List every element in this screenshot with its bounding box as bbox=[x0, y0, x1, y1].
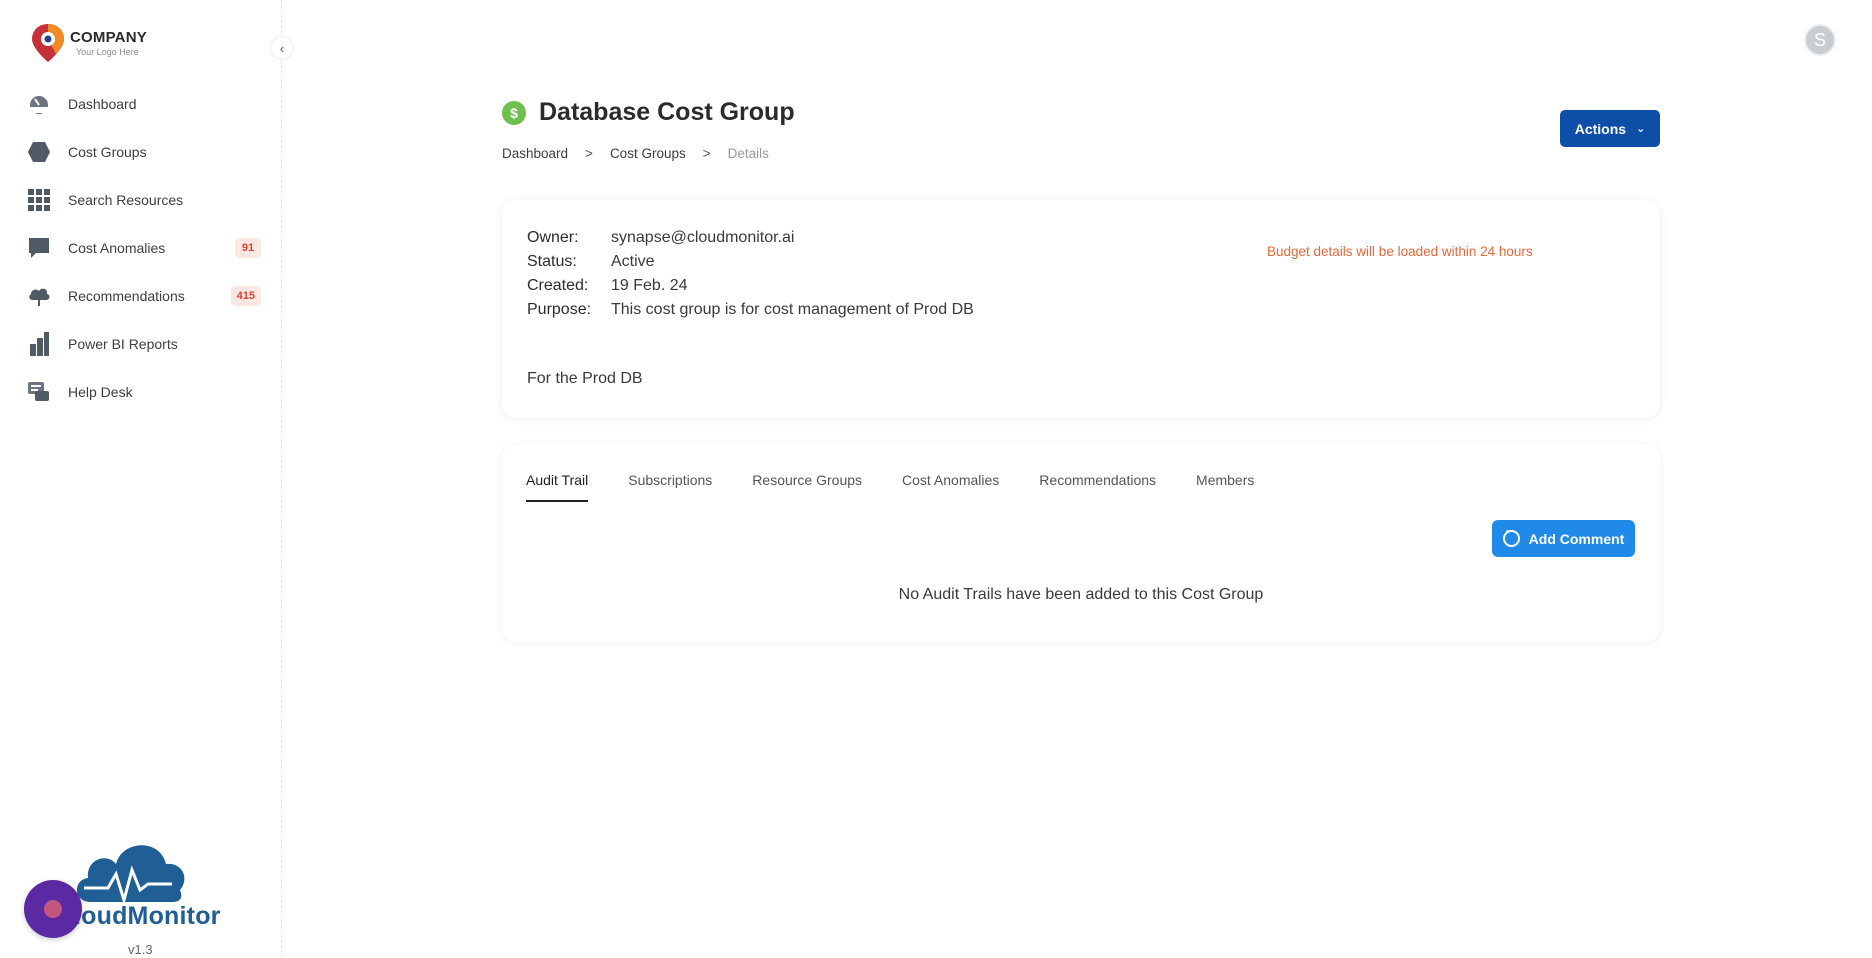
sidebar-item-cost-groups[interactable]: Cost Groups bbox=[26, 128, 261, 176]
hexagon-icon bbox=[26, 139, 52, 165]
purpose-row: Purpose: This cost group is for cost man… bbox=[527, 298, 974, 322]
sidebar-item-label: Dashboard bbox=[68, 96, 137, 112]
breadcrumb-dashboard[interactable]: Dashboard bbox=[502, 146, 568, 161]
sidebar-item-label: Search Resources bbox=[68, 192, 184, 208]
page-header: $ Database Cost Group bbox=[502, 98, 795, 127]
avatar-initial: S bbox=[1813, 29, 1826, 50]
company-tagline: Your Logo Here bbox=[76, 47, 139, 57]
add-comment-button[interactable]: Add Comment bbox=[1492, 520, 1635, 557]
actions-dropdown-button[interactable]: Actions ⌄ bbox=[1560, 110, 1660, 147]
tab-resource-groups[interactable]: Resource Groups bbox=[752, 472, 862, 502]
app-version: v1.3 bbox=[128, 942, 153, 957]
user-avatar[interactable]: S bbox=[1804, 24, 1836, 56]
sidebar-nav: Dashboard Cost Groups Search Resources C… bbox=[26, 80, 261, 416]
grid-icon bbox=[26, 187, 52, 213]
created-label: Created: bbox=[527, 277, 589, 294]
sidebar-item-label: Cost Groups bbox=[68, 144, 147, 160]
tab-audit-trail[interactable]: Audit Trail bbox=[526, 472, 589, 502]
sidebar-item-label: Cost Anomalies bbox=[68, 240, 166, 256]
breadcrumb-details: Details bbox=[727, 146, 769, 161]
company-logo[interactable]: COMPANY Your Logo Here bbox=[30, 22, 147, 64]
created-value: 19 Feb. 24 bbox=[611, 277, 688, 294]
dollar-icon: $ bbox=[502, 100, 526, 125]
tab-subscriptions[interactable]: Subscriptions bbox=[628, 472, 712, 502]
bar-chart-icon bbox=[26, 331, 52, 357]
tab-bar: Audit Trail Subscriptions Resource Group… bbox=[526, 472, 1294, 502]
comment-icon bbox=[1502, 526, 1520, 547]
sidebar-item-help-desk[interactable]: Help Desk bbox=[26, 368, 261, 416]
sidebar: COMPANY Your Logo Here ‹ Dashboard Cost … bbox=[0, 0, 294, 958]
owner-row: Owner: synapse@cloudmonitor.ai bbox=[527, 226, 974, 250]
anomalies-count-badge: 91 bbox=[235, 238, 261, 258]
details-list: Owner: synapse@cloudmonitor.ai Status: A… bbox=[527, 226, 974, 322]
sidebar-item-cost-anomalies[interactable]: Cost Anomalies 91 bbox=[26, 224, 261, 272]
details-tabs-card: Audit Trail Subscriptions Resource Group… bbox=[502, 444, 1660, 642]
description-note: For the Prod DB bbox=[527, 370, 643, 387]
sidebar-item-label: Help Desk bbox=[68, 384, 133, 400]
tab-cost-anomalies[interactable]: Cost Anomalies bbox=[902, 472, 999, 502]
chevron-down-icon: ⌄ bbox=[1636, 123, 1646, 135]
breadcrumb-cost-groups[interactable]: Cost Groups bbox=[610, 146, 686, 161]
owner-value: synapse@cloudmonitor.ai bbox=[611, 229, 795, 246]
help-desk-icon bbox=[26, 379, 52, 405]
product-name: loudMonitor bbox=[74, 902, 221, 930]
sidebar-item-dashboard[interactable]: Dashboard bbox=[26, 80, 261, 128]
tab-recommendations[interactable]: Recommendations bbox=[1039, 472, 1156, 502]
chat-icon bbox=[44, 900, 62, 918]
add-comment-label: Add Comment bbox=[1528, 530, 1625, 547]
status-row: Status: Active bbox=[527, 250, 974, 274]
budget-notice: Budget details will be loaded within 24 … bbox=[1267, 244, 1533, 259]
purpose-label: Purpose: bbox=[527, 301, 592, 318]
empty-state-message: No Audit Trails have been added to this … bbox=[898, 586, 1264, 603]
status-value: Active bbox=[611, 253, 655, 270]
owner-label: Owner: bbox=[527, 229, 579, 246]
sidebar-item-recommendations[interactable]: Recommendations 415 bbox=[26, 272, 261, 320]
breadcrumb-separator: > bbox=[702, 146, 711, 161]
tab-members[interactable]: Members bbox=[1196, 472, 1254, 502]
sidebar-item-label: Power BI Reports bbox=[68, 336, 178, 352]
cost-group-details-card: Owner: synapse@cloudmonitor.ai Status: A… bbox=[502, 200, 1660, 418]
page-title: Database Cost Group bbox=[539, 98, 795, 126]
chevron-left-icon: ‹ bbox=[279, 40, 285, 56]
sidebar-item-search-resources[interactable]: Search Resources bbox=[26, 176, 261, 224]
chat-launcher-button[interactable] bbox=[24, 880, 82, 938]
recommendations-count-badge: 415 bbox=[230, 286, 261, 306]
sidebar-item-label: Recommendations bbox=[68, 288, 185, 304]
breadcrumb: Dashboard > Cost Groups > Details bbox=[502, 146, 769, 161]
actions-label: Actions bbox=[1574, 120, 1627, 137]
company-name: COMPANY bbox=[70, 29, 147, 46]
purpose-value: This cost group is for cost management o… bbox=[611, 301, 974, 318]
collapse-sidebar-button[interactable]: ‹ bbox=[270, 36, 294, 60]
status-label: Status: bbox=[527, 253, 577, 270]
logo-pin-icon bbox=[30, 22, 66, 64]
gauge-icon bbox=[26, 91, 52, 117]
chat-bubble-icon bbox=[26, 235, 52, 261]
created-row: Created: 19 Feb. 24 bbox=[527, 274, 974, 298]
sidebar-item-power-bi-reports[interactable]: Power BI Reports bbox=[26, 320, 261, 368]
breadcrumb-separator: > bbox=[585, 146, 593, 161]
cloud-icon bbox=[26, 283, 52, 309]
